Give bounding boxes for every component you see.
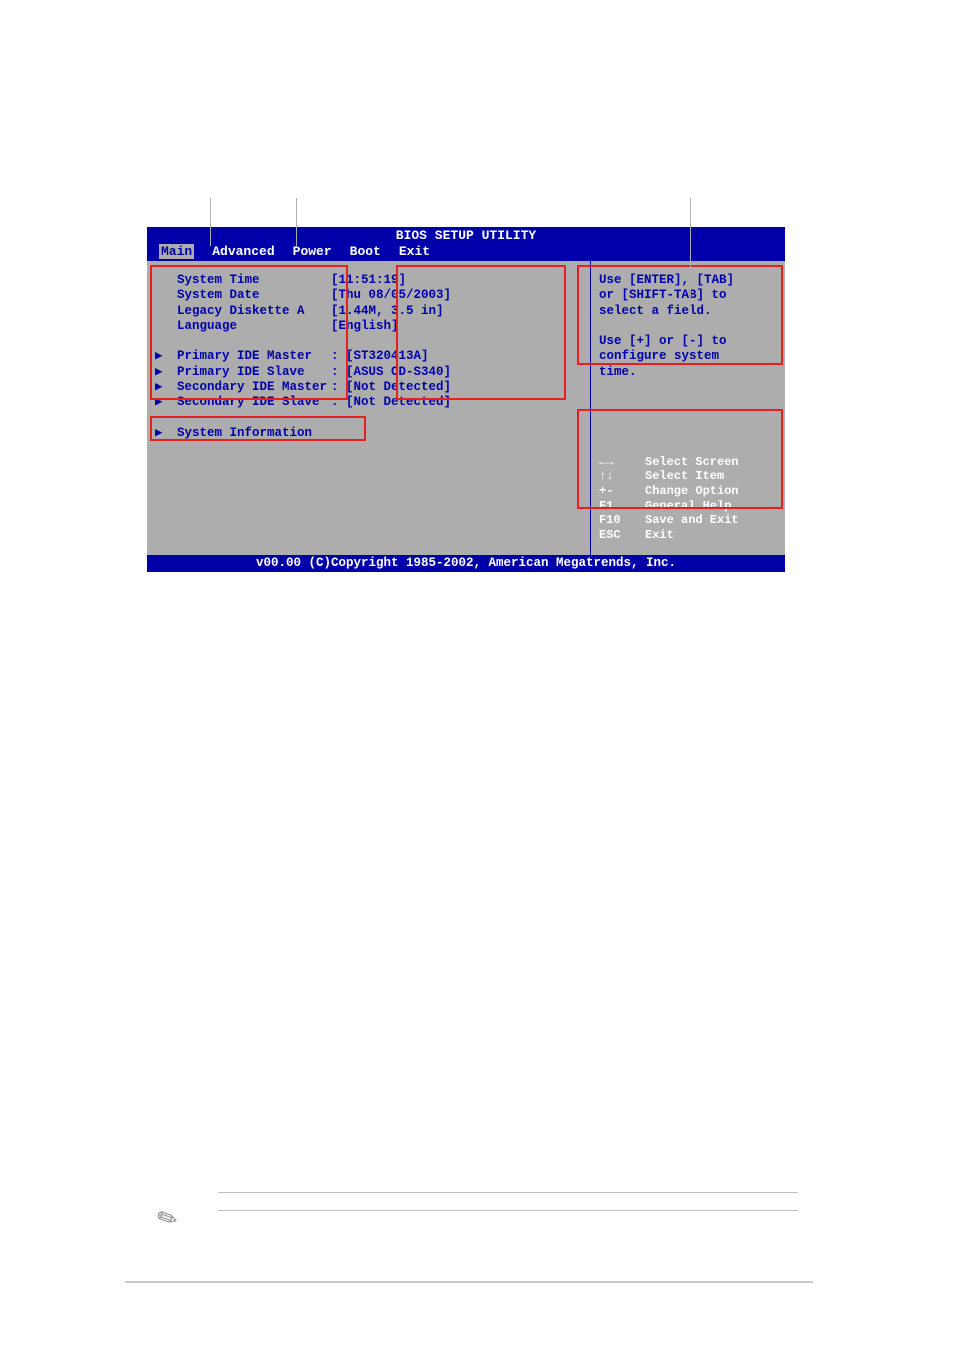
callout-line: [690, 198, 691, 310]
callout-line: [296, 198, 297, 246]
callout-box-navigation-keys: [577, 409, 783, 509]
nav-key: ESC: [599, 528, 635, 543]
nav-key-desc: Save and Exit: [645, 513, 777, 528]
nav-key: F10: [599, 513, 635, 528]
callout-line: [210, 198, 211, 246]
horizontal-rule: [125, 1281, 813, 1283]
callout-line: [264, 535, 265, 551]
callout-box-values: [396, 265, 566, 400]
pen-icon: ✎: [151, 1198, 183, 1239]
menu-tab-boot[interactable]: Boot: [350, 244, 381, 259]
nav-key-desc: Exit: [645, 528, 777, 543]
note-block: ✎: [138, 1192, 798, 1211]
callout-box-submenu: [150, 416, 366, 441]
menu-tab-power[interactable]: Power: [293, 244, 332, 259]
callout-box-help-general: [577, 265, 783, 365]
copyright-footer: v00.00 (C)Copyright 1985-2002, American …: [147, 555, 785, 572]
menu-tab-exit[interactable]: Exit: [399, 244, 430, 259]
callout-line: [684, 535, 685, 551]
menu-tab-advanced[interactable]: Advanced: [212, 244, 274, 259]
callout-box-configuration-fields: [150, 265, 348, 400]
menu-tab-main[interactable]: Main: [159, 244, 194, 259]
